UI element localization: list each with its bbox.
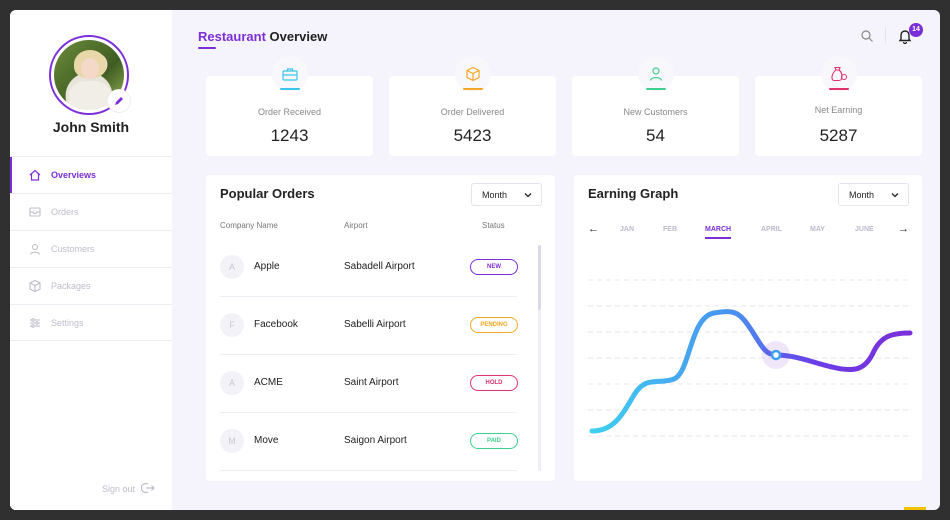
profile-avatar[interactable] (49, 35, 131, 115)
sidebar-item-label: Settings (51, 317, 84, 328)
arrow-right-icon[interactable]: → (898, 223, 909, 235)
page-title: Restaurant Overview (198, 29, 328, 44)
package-icon (28, 279, 42, 293)
column-header: Status (482, 221, 505, 230)
stat-value: 5287 (819, 126, 858, 145)
stat-label: New Customers (623, 107, 688, 117)
sign-out-label: Sign out (102, 484, 136, 494)
table-row[interactable]: M Move Saigon Airport PAID (220, 413, 518, 471)
month-tab-march[interactable]: MARCH (705, 226, 732, 239)
company-avatar: A (220, 255, 244, 279)
status-badge: PAID (470, 433, 518, 449)
status-badge: NEW (470, 259, 518, 275)
company-name: Facebook (254, 319, 298, 330)
panel-title: Popular Orders (220, 186, 315, 201)
stat-label: Net Earning (814, 105, 863, 115)
notification-badge: 14 (909, 23, 923, 37)
orders-month-select[interactable]: Month (471, 183, 542, 206)
month-tab-may[interactable]: MAY (810, 226, 825, 233)
search-icon[interactable] (860, 29, 874, 43)
grid-lines (588, 279, 910, 437)
airport-name: Saint Airport (344, 377, 399, 388)
month-tab-jan[interactable]: JAN (620, 226, 634, 233)
inbox-icon (28, 205, 42, 219)
home-icon (28, 168, 42, 182)
airport-name: Saigon Airport (344, 435, 407, 446)
month-tab-june[interactable]: JUNE (855, 226, 874, 233)
company-avatar: F (220, 313, 244, 337)
stat-value: 5423 (453, 126, 492, 145)
sidebar-item-label: Packages (51, 281, 91, 291)
table-row[interactable]: F Facebook Sabelli Airport PENDING (220, 297, 518, 355)
user-icon (637, 56, 674, 92)
stat-card-order-delivered: Order Delivered 5423 (389, 56, 556, 156)
earning-line-graph (588, 279, 913, 437)
column-header: Company Name (220, 221, 278, 230)
airport-name: Sabelli Airport (344, 319, 406, 330)
stat-card-net-earning: Net Earning 5287 (755, 56, 922, 156)
sliders-icon (28, 316, 42, 330)
sidebar-nav: Overviews Orders Customers Packages Sett… (10, 156, 172, 341)
earning-line (589, 309, 913, 434)
sidebar-item-packages[interactable]: Packages (10, 267, 172, 304)
chevron-down-icon (891, 193, 899, 198)
sidebar-item-label: Orders (51, 207, 79, 217)
stat-value: 1243 (270, 126, 309, 145)
table-row[interactable]: A Apple Sabadell Airport NEW (220, 239, 518, 297)
money-bag-icon (820, 56, 857, 92)
month-navigator: ← JAN FEB MARCH APRIL MAY JUNE → (574, 221, 922, 241)
stat-value: 54 (646, 126, 665, 145)
scrollbar-thumb[interactable] (538, 245, 541, 310)
graph-month-select[interactable]: Month (838, 183, 909, 206)
header-divider (885, 27, 886, 43)
arrow-left-icon[interactable]: ← (588, 223, 599, 235)
column-header: Airport (344, 221, 368, 230)
stat-label: Order Received (257, 107, 322, 117)
corner-indicator (904, 507, 926, 510)
sidebar-item-label: Overviews (51, 170, 97, 180)
user-name: John Smith (52, 119, 130, 135)
status-badge: PENDING (470, 317, 518, 333)
chevron-down-icon (524, 193, 532, 198)
sidebar: John Smith Overviews Orders Customers Pa… (10, 10, 172, 510)
sidebar-item-label: Customers (51, 244, 95, 254)
stat-card-order-received: Order Received 1243 (206, 56, 373, 156)
app-window: John Smith Overviews Orders Customers Pa… (10, 10, 940, 510)
sign-out-icon (140, 482, 155, 496)
box-icon (454, 56, 491, 92)
month-tab-feb[interactable]: FEB (663, 226, 677, 233)
sign-out-button[interactable]: Sign out (102, 482, 155, 496)
pencil-icon[interactable] (107, 89, 131, 113)
earning-graph-panel: Earning Graph Month ← JAN FEB MARCH APRI… (574, 175, 922, 481)
sidebar-item-customers[interactable]: Customers (10, 230, 172, 267)
user-icon (28, 242, 42, 256)
sidebar-item-overviews[interactable]: Overviews (10, 156, 172, 193)
table-row[interactable]: A ACME Saint Airport HOLD (220, 355, 518, 413)
highlight-point (770, 349, 782, 361)
company-name: ACME (254, 377, 283, 388)
orders-scrollbar[interactable] (538, 245, 541, 471)
company-avatar: M (220, 429, 244, 453)
stat-label: Order Delivered (440, 107, 505, 117)
popular-orders-panel: Popular Orders Month Company Name Airpor… (206, 175, 555, 481)
main-content: Restaurant Overview 14 Order Received 12… (172, 10, 940, 510)
company-avatar: A (220, 371, 244, 395)
title-underline (198, 47, 216, 49)
sidebar-item-settings[interactable]: Settings (10, 304, 172, 341)
status-badge: HOLD (470, 375, 518, 391)
airport-name: Sabadell Airport (344, 261, 415, 272)
stat-card-new-customers: New Customers 54 (572, 56, 739, 156)
company-name: Move (254, 435, 279, 446)
panel-title: Earning Graph (588, 186, 679, 201)
company-name: Apple (254, 261, 280, 272)
month-tab-april[interactable]: APRIL (761, 226, 782, 233)
sidebar-item-orders[interactable]: Orders (10, 193, 172, 230)
briefcase-icon (271, 56, 308, 92)
